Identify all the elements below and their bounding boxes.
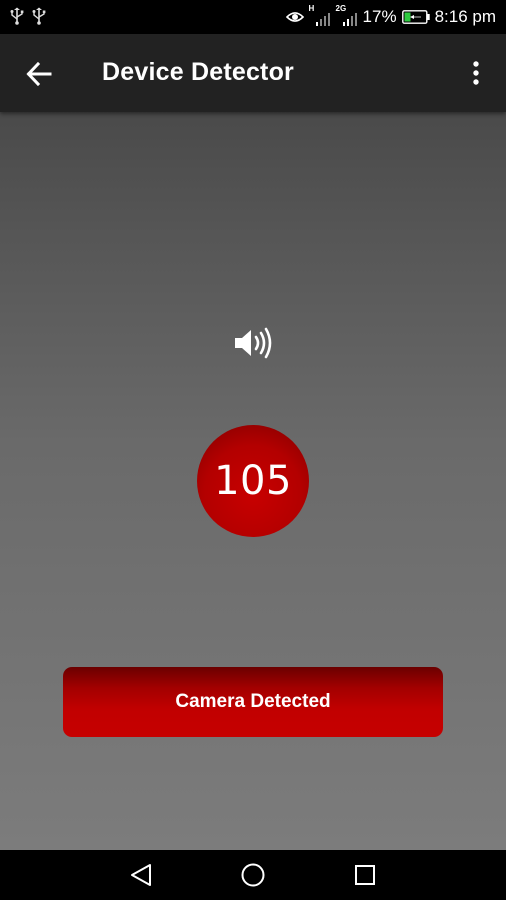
screen: H 2G 17% 8:16 pm Device Detector 105 Cam… [0, 0, 506, 900]
detector-panel: 105 Camera Detected [0, 112, 506, 850]
back-button[interactable] [22, 59, 56, 89]
reading-indicator: 105 [197, 425, 309, 537]
status-left-icons [10, 7, 46, 25]
sound-toggle-button[interactable] [232, 326, 276, 360]
navigation-bar [0, 850, 506, 900]
more-options-button[interactable] [466, 56, 486, 90]
more-vert-icon [473, 61, 479, 85]
speaker-volume-icon [235, 327, 272, 359]
nav-home-icon [241, 863, 265, 887]
clock-time: 8:16 pm [434, 7, 496, 26]
signal-icon: H [308, 4, 331, 26]
camera-detected-button[interactable]: Camera Detected [63, 667, 443, 737]
reading-value: 105 [214, 458, 292, 504]
page-title: Device Detector [102, 58, 294, 86]
status-bar: H 2G 17% 8:16 pm [0, 0, 506, 34]
eye-icon [285, 12, 304, 22]
battery-charging-icon [401, 10, 430, 24]
sim1-network-tag: H [308, 4, 315, 13]
app-bar: Device Detector [0, 34, 506, 112]
battery-percent: 17% [362, 7, 397, 26]
nav-recents-button[interactable] [352, 862, 378, 888]
signal-icon: 2G [336, 5, 358, 26]
nav-back-button[interactable] [128, 862, 154, 888]
nav-back-icon [131, 864, 151, 886]
arrow-back-icon [26, 62, 52, 86]
usb-icon [32, 7, 46, 25]
usb-icon [10, 7, 24, 25]
status-right-icons: H 2G 17% 8:16 pm [285, 4, 496, 28]
nav-recents-icon [355, 865, 375, 885]
nav-home-button[interactable] [240, 862, 266, 888]
